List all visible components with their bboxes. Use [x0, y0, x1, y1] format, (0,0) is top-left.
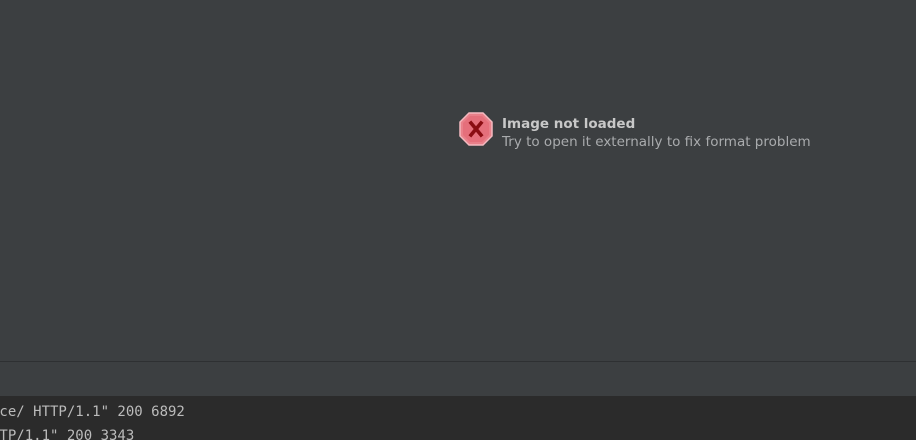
error-description: Try to open it externally to fix format …: [502, 134, 811, 150]
console-line: TTP/1.1" 200 3343: [0, 428, 135, 440]
error-octagon-icon: [459, 112, 493, 146]
error-text-block: Image not loaded Try to open it external…: [502, 115, 811, 151]
image-viewer-panel: Image not loaded Try to open it external…: [0, 0, 916, 361]
app-window: Image not loaded Try to open it external…: [0, 0, 916, 440]
tool-window-header: [0, 362, 916, 396]
image-error-message: Image not loaded Try to open it external…: [459, 112, 811, 151]
console-line: ice/ HTTP/1.1" 200 6892: [0, 404, 185, 420]
error-title: Image not loaded: [502, 116, 636, 132]
console-output[interactable]: ice/ HTTP/1.1" 200 6892 TTP/1.1" 200 334…: [0, 396, 916, 440]
